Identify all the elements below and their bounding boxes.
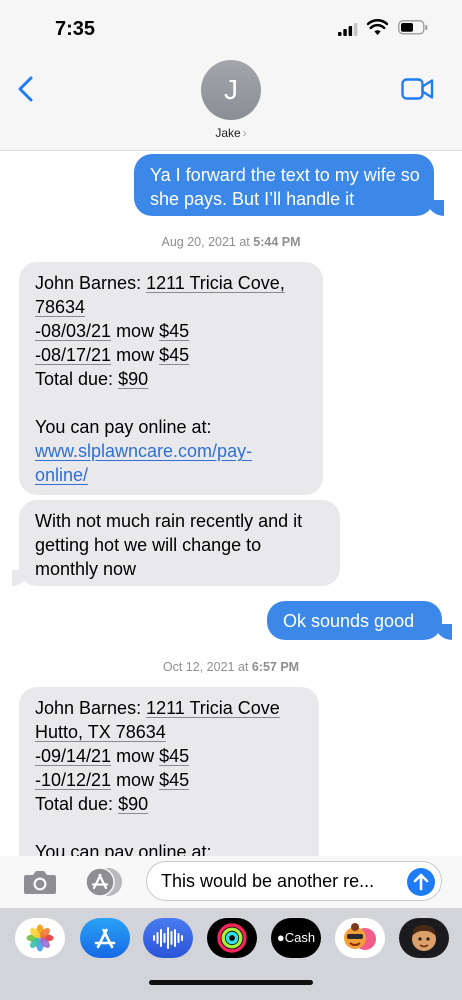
outgoing-message[interactable]: Ok sounds good — [267, 601, 442, 640]
payment-url-link[interactable]: www.slplawncare.com/pay- — [35, 441, 252, 461]
contact-chevron-icon: › — [242, 126, 247, 140]
message-input-text: This would be another re... — [161, 871, 375, 891]
incoming-message[interactable]: With not much rain recently and it getti… — [19, 500, 340, 586]
camera-icon[interactable] — [22, 868, 58, 896]
customer-name: John Barnes: — [35, 698, 147, 718]
incoming-message[interactable]: John Barnes: 1211 Tricia Cove, 78634 -08… — [19, 262, 323, 495]
apple-cash-app-button[interactable]: ●Cash — [271, 918, 321, 958]
invoice-line-item: -09/14/21 mow $45 — [35, 744, 305, 768]
app-store-drawer-icon[interactable] — [84, 866, 124, 898]
timestamp-date: Aug 20, 2021 — [161, 235, 236, 249]
timestamp-time: 6:57 PM — [251, 660, 300, 674]
timestamp: Oct 12, 2021 at 6:57 PM — [0, 660, 462, 674]
message-text: With not much rain recently and it getti… — [35, 511, 303, 579]
facetime-video-icon[interactable] — [401, 78, 434, 100]
amount-link[interactable]: $45 — [159, 770, 189, 790]
photos-app-button[interactable] — [15, 918, 65, 958]
bubble-tail — [436, 624, 452, 640]
date-link[interactable]: -08/03/21 — [35, 321, 111, 341]
send-button[interactable] — [407, 868, 435, 896]
memoji-app-button[interactable] — [399, 918, 449, 958]
address-link[interactable]: 1211 Tricia Cove — [146, 698, 280, 718]
activity-app-button[interactable] — [207, 918, 257, 958]
battery-icon — [398, 20, 428, 35]
contact-name-label: Jake — [215, 126, 241, 140]
app-store-app-button[interactable] — [80, 918, 130, 958]
invoice-line-item: -10/12/21 mow $45 — [35, 768, 305, 792]
timestamp-at: at — [234, 660, 252, 674]
audio-message-icon — [153, 927, 183, 949]
invoice-line-item: -08/17/21 mow $45 — [35, 343, 309, 367]
service-label: mow — [111, 345, 160, 365]
address-link-city[interactable]: Hutto, TX 78634 — [35, 722, 166, 742]
service-label: mow — [111, 321, 160, 341]
amount-link[interactable]: $45 — [159, 321, 189, 341]
amount-link[interactable]: $45 — [159, 345, 189, 365]
compose-bar: This would be another re... — [0, 856, 462, 908]
audio-message-app-button[interactable] — [143, 918, 193, 958]
invoice-line-name: John Barnes: 1211 Tricia Cove — [35, 696, 305, 720]
total-amount-link[interactable]: $90 — [118, 794, 148, 814]
invoice-total: Total due: $90 — [35, 792, 305, 816]
payment-url-link-cont[interactable]: online/ — [35, 465, 88, 485]
total-label: Total due: — [35, 369, 119, 389]
service-label: mow — [111, 746, 160, 766]
date-link[interactable]: -10/12/21 — [35, 770, 111, 790]
activity-icon — [217, 923, 247, 953]
app-store-icon — [94, 928, 116, 949]
imessage-app-drawer: ●Cash — [0, 908, 462, 1000]
timestamp-at: at — [235, 235, 254, 249]
arrow-up-icon — [413, 873, 429, 891]
date-link[interactable]: -08/17/21 — [35, 345, 111, 365]
status-time: 7:35 — [55, 18, 96, 40]
address-link-zip[interactable]: 78634 — [35, 297, 85, 317]
customer-name: John Barnes: — [35, 273, 147, 293]
timestamp-time: 5:44 PM — [253, 235, 301, 249]
invoice-line-name: John Barnes: 1211 Tricia Cove, — [35, 271, 309, 295]
bubble-tail — [12, 570, 28, 586]
memoji-stickers-icon — [344, 923, 376, 950]
outgoing-message[interactable]: Ya I forward the text to my wife so she … — [134, 154, 434, 216]
address-link[interactable]: 1211 Tricia Cove, — [146, 273, 285, 293]
message-text: Ok sounds good — [283, 611, 415, 631]
apple-cash-icon: ● — [276, 930, 285, 945]
photos-icon — [26, 924, 54, 952]
memoji-icon — [412, 925, 436, 951]
total-label: Total due: — [35, 794, 119, 814]
service-label: mow — [111, 770, 160, 790]
back-chevron-icon[interactable] — [16, 76, 36, 102]
invoice-line-zip: 78634 — [35, 295, 309, 319]
invoice-total: Total due: $90 — [35, 367, 309, 391]
bubble-tail — [428, 200, 444, 216]
cellular-signal-icon — [338, 23, 358, 36]
wifi-icon — [367, 19, 388, 35]
pay-online-text: You can pay online at: — [35, 417, 212, 437]
date-link[interactable]: -09/14/21 — [35, 746, 111, 766]
conversation-header: 7:35 J Jake › — [0, 0, 462, 151]
contact-name[interactable]: Jake › — [181, 126, 281, 140]
invoice-line-item: -08/03/21 mow $45 — [35, 319, 309, 343]
home-indicator[interactable] — [149, 980, 313, 985]
message-thread[interactable]: Ya I forward the text to my wife so she … — [0, 151, 462, 860]
total-amount-link[interactable]: $90 — [118, 369, 148, 389]
message-input[interactable]: This would be another re... — [146, 861, 442, 901]
apple-cash-label: Cash — [284, 930, 316, 945]
amount-link[interactable]: $45 — [159, 746, 189, 766]
incoming-message[interactable]: John Barnes: 1211 Tricia Cove Hutto, TX … — [19, 687, 319, 860]
timestamp-date: Oct 12, 2021 — [162, 660, 235, 674]
timestamp: Aug 20, 2021 at 5:44 PM — [0, 235, 462, 249]
memoji-stickers-app-button[interactable] — [335, 918, 385, 958]
contact-avatar[interactable]: J — [201, 60, 261, 120]
invoice-line-city: Hutto, TX 78634 — [35, 720, 305, 744]
message-text: Ya I forward the text to my wife so she … — [150, 165, 420, 209]
